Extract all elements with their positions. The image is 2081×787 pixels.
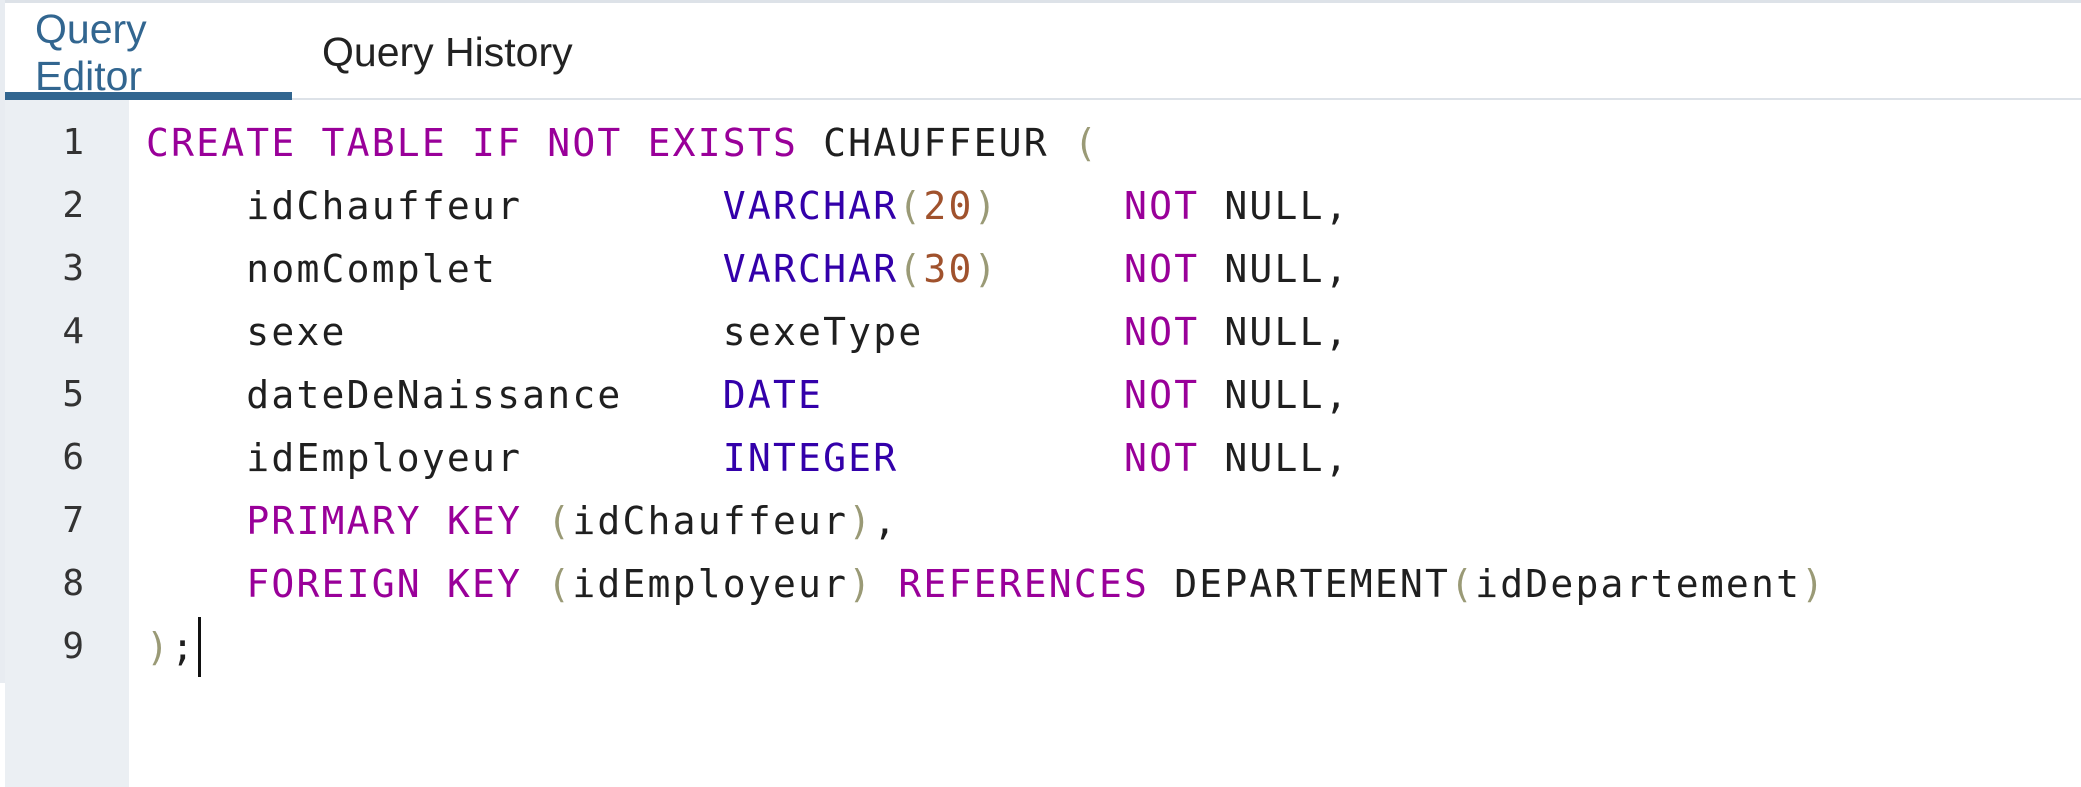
code-line[interactable]: dateDeNaissance DATE NOT NULL, — [146, 368, 2081, 431]
line-number: 2 — [62, 185, 84, 226]
code-line[interactable]: FOREIGN KEY (idEmployeur) REFERENCES DEP… — [146, 557, 2081, 620]
code-token: ) — [848, 562, 874, 606]
code-token: CHAUFFEUR — [798, 121, 1074, 165]
code-token: REFERENCES — [898, 562, 1150, 606]
code-token: CREATE — [146, 121, 297, 165]
code-token: NULL, — [1199, 247, 1350, 291]
editor-tab-bar: Query Editor Query History — [5, 3, 2081, 100]
code-token: idEmployeur — [146, 436, 723, 480]
code-token: NULL, — [1199, 184, 1350, 228]
code-line[interactable]: nomComplet VARCHAR(30) NOT NULL, — [146, 242, 2081, 305]
code-token: idChauffeur — [572, 499, 849, 543]
code-line[interactable]: CREATE TABLE IF NOT EXISTS CHAUFFEUR ( — [146, 116, 2081, 179]
code-token: ) — [973, 247, 999, 291]
code-area[interactable]: CREATE TABLE IF NOT EXISTS CHAUFFEUR ( i… — [129, 100, 2081, 787]
code-token: DATE — [722, 373, 824, 417]
code-token: ) — [146, 625, 172, 669]
code-line[interactable]: sexe sexeType NOT NULL, — [146, 305, 2081, 368]
code-token: ) — [848, 499, 874, 543]
code-token: sexe sexeType — [146, 310, 1125, 354]
code-token: PRIMARY — [246, 499, 422, 543]
code-token: NOT — [1124, 373, 1200, 417]
line-number-gutter: 1 2 3 4 5 6 7 8 9 — [5, 100, 129, 787]
code-token: ; — [171, 625, 197, 669]
code-token: ( — [547, 499, 573, 543]
code-token: NULL, — [1199, 310, 1350, 354]
code-token: IF — [472, 121, 523, 165]
text-cursor — [198, 616, 202, 677]
line-number: 8 — [62, 563, 84, 604]
code-token: NOT — [1124, 247, 1200, 291]
code-token: NOT — [1124, 184, 1200, 228]
tab-query-editor[interactable]: Query Editor — [5, 3, 292, 100]
code-token: NOT — [547, 121, 623, 165]
code-token: ) — [973, 184, 999, 228]
code-token: ( — [547, 562, 573, 606]
code-token: FOREIGN — [246, 562, 422, 606]
code-line[interactable]: PRIMARY KEY (idChauffeur), — [146, 494, 2081, 557]
line-number: 6 — [62, 437, 84, 478]
line-number: 1 — [62, 122, 84, 163]
sql-editor-panel: Query Editor Query History 1 2 3 4 5 6 7 8 9 CRE… — [0, 0, 2081, 787]
line-number: 9 — [62, 626, 84, 667]
line-number: 5 — [62, 374, 84, 415]
line-number: 7 — [62, 500, 84, 541]
code-line[interactable]: idEmployeur INTEGER NOT NULL, — [146, 431, 2081, 494]
code-token: idEmployeur — [572, 562, 849, 606]
code-token: VARCHAR — [722, 247, 899, 291]
code-token: VARCHAR — [722, 184, 899, 228]
code-token: , — [873, 499, 899, 543]
tab-query-history[interactable]: Query History — [292, 3, 603, 98]
code-token: idDepartement — [1475, 562, 1802, 606]
code-token: ( — [898, 184, 924, 228]
code-token: NOT — [1124, 436, 1200, 480]
code-token: dateDeNaissance — [146, 373, 723, 417]
code-token: ) — [1801, 562, 1827, 606]
code-token: EXISTS — [647, 121, 799, 165]
code-token: NULL, — [1199, 373, 1350, 417]
code-token: nomComplet — [146, 247, 723, 291]
code-token: ( — [1450, 562, 1476, 606]
line-number: 3 — [62, 248, 84, 289]
code-token: ( — [898, 247, 924, 291]
code-token: 20 — [923, 184, 974, 228]
code-token: 30 — [923, 247, 974, 291]
code-token: idChauffeur — [146, 184, 723, 228]
code-token: KEY — [446, 499, 523, 543]
code-line[interactable]: idChauffeur VARCHAR(20) NOT NULL, — [146, 179, 2081, 242]
code-editor[interactable]: 1 2 3 4 5 6 7 8 9 CREATE TABLE IF NOT EXISTS CHA… — [5, 100, 2081, 787]
code-token: NULL, — [1199, 436, 1350, 480]
line-number: 4 — [62, 311, 84, 352]
code-token: NOT — [1124, 310, 1200, 354]
code-line[interactable]: ); — [146, 616, 2081, 683]
code-token: TABLE — [321, 121, 447, 165]
code-token: KEY — [446, 562, 523, 606]
code-token: INTEGER — [722, 436, 899, 480]
code-token: DEPARTEMENT — [1149, 562, 1451, 606]
code-token: ( — [1073, 121, 1099, 165]
